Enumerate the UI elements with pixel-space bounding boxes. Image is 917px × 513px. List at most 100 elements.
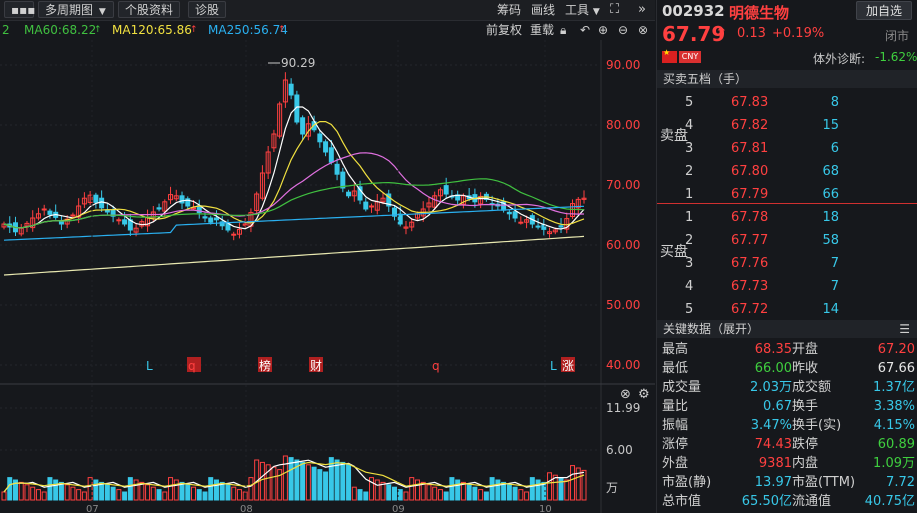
volume-bar (466, 484, 472, 501)
kline-chart[interactable]: 90.00 80.00 70.00 60.00 50.00 40.00 11.99 6.00… (0, 40, 655, 513)
zoom-in-icon[interactable]: ⊕ (598, 20, 608, 40)
volume-bar (213, 479, 219, 501)
more-icon[interactable]: ▪▪▪ (4, 1, 35, 18)
event-marker[interactable]: q (432, 359, 440, 373)
close-volume-icon[interactable]: ⊗ (620, 387, 631, 402)
candle-body (93, 194, 99, 203)
volume-bar (535, 479, 541, 501)
event-marker[interactable]: 财 (310, 359, 322, 373)
keydata-value: 9381 (758, 456, 792, 471)
candle-body (300, 117, 306, 135)
ask-price: 67.81 (731, 141, 769, 156)
event-marker[interactable]: 涨 (562, 358, 574, 373)
candle-body (70, 214, 76, 217)
event-marker[interactable]: 榜 (259, 358, 271, 373)
tools-menu[interactable]: 工具 ▼ (565, 2, 600, 18)
volume-bar (506, 484, 512, 501)
volume-bar (558, 477, 564, 501)
bid-row[interactable]: 2 67.77 58 (657, 229, 917, 252)
volume-tick: 6.00 (606, 443, 633, 457)
fullscreen-icon[interactable]: ⛶ (610, 2, 619, 18)
keydata-value: 13.97 (754, 475, 792, 490)
candle-body (443, 185, 449, 195)
price-tick: 50.00 (606, 298, 640, 312)
ask-row[interactable]: 4 67.82 15 (657, 114, 917, 137)
close-icon[interactable]: ⊗ (638, 20, 648, 40)
ma-prefix: 2 (2, 23, 10, 37)
date-label: 10 (539, 504, 552, 513)
candle-body (41, 208, 47, 211)
keydata-header[interactable]: 关键数据（展开） ☰ (657, 320, 917, 338)
keydata-label: 外盘 (662, 456, 689, 471)
undo-icon[interactable]: ↶ (580, 20, 590, 40)
period-dropdown[interactable]: 多周期图 ▼ (38, 1, 114, 18)
chips-button[interactable]: 筹码 (497, 2, 521, 18)
keydata-label: 内盘 (792, 456, 819, 471)
event-marker[interactable]: L (146, 359, 153, 373)
bid-price: 67.78 (731, 210, 769, 225)
bid-price: 67.73 (731, 279, 769, 294)
volume-bar (208, 477, 214, 501)
candle-body (535, 225, 541, 228)
zoom-out-icon[interactable]: ⊖ (618, 20, 628, 40)
candle-body (58, 221, 64, 225)
ma120-value: MA120:65.86 (112, 23, 192, 37)
ask-row[interactable]: 5 67.83 8 (657, 91, 917, 114)
keydata-row: 市盈(静) 13.97 市盈(TTM) 7.72 (657, 473, 917, 492)
currency-badge: CNY (679, 51, 701, 63)
stock-info-button[interactable]: 个股资料 (118, 1, 181, 18)
add-watchlist-button[interactable]: 加自选 (856, 1, 912, 20)
diagnosis-button[interactable]: 诊股 (188, 1, 227, 18)
keydata-value: 3.47% (750, 418, 792, 433)
candle-body (512, 211, 518, 219)
keydata-value: 60.89 (877, 437, 915, 452)
candle-body (369, 205, 375, 208)
candle-body (99, 197, 105, 209)
keydata-value: 74.43 (754, 437, 792, 452)
event-marker[interactable]: q (188, 359, 196, 373)
orderbook-header[interactable]: 买卖五档（手） (657, 70, 917, 88)
keydata-value: 3.38% (873, 399, 915, 414)
event-marker[interactable]: L (550, 359, 557, 373)
volume-bar (443, 491, 449, 501)
ask-row[interactable]: 2 67.80 68 (657, 160, 917, 183)
keydata-value: 68.35 (754, 342, 792, 357)
bid-row[interactable]: 3 67.76 7 (657, 252, 917, 275)
bid-row[interactable]: 4 67.73 7 (657, 275, 917, 298)
candle-body (506, 211, 512, 215)
orderbook-divider (657, 203, 917, 204)
lock-icon[interactable]: 🔒︎ (560, 20, 566, 40)
ask-level: 3 (685, 141, 694, 156)
ask-price: 67.83 (731, 95, 769, 110)
bid-level: 2 (685, 233, 694, 248)
bid-row[interactable]: 1 67.78 18 (657, 206, 917, 229)
bid-volume: 7 (830, 279, 839, 294)
volume-bar (529, 477, 535, 501)
candle-body (122, 219, 128, 225)
volume-bar (202, 491, 208, 501)
draw-line-button[interactable]: 画线 (531, 2, 555, 18)
volume-bar (340, 461, 346, 501)
stock-name: 明德生物 (729, 4, 790, 22)
ask-level: 2 (685, 164, 694, 179)
keydata-label: 量比 (662, 399, 689, 414)
collapse-panel-icon[interactable]: » (638, 2, 646, 18)
volume-bar (185, 484, 191, 501)
arrow-up-icon: ↑ (278, 25, 286, 35)
menu-icon[interactable]: ☰ (899, 320, 910, 338)
candle-body (558, 225, 564, 228)
candle-body (363, 201, 369, 210)
bid-level: 3 (685, 256, 694, 271)
price-tick: 80.00 (606, 118, 640, 132)
sector-label: 体外诊断: (813, 52, 866, 66)
settings-icon[interactable]: ⚙ (638, 387, 650, 402)
overlay-button[interactable]: 重载 (530, 20, 554, 40)
date-label: 09 (392, 504, 405, 513)
pre-adjust-button[interactable]: 前复权 (486, 20, 522, 40)
quote-panel: 002932 明德生物 加自选 67.79 ⬆ 0.13 +0.19% 闭市 ★… (656, 0, 917, 513)
ask-row[interactable]: 3 67.81 6 (657, 137, 917, 160)
volume-bar (357, 489, 363, 501)
candle-body (179, 195, 185, 204)
bid-row[interactable]: 5 67.72 14 (657, 298, 917, 321)
date-label: 07 (86, 504, 99, 513)
